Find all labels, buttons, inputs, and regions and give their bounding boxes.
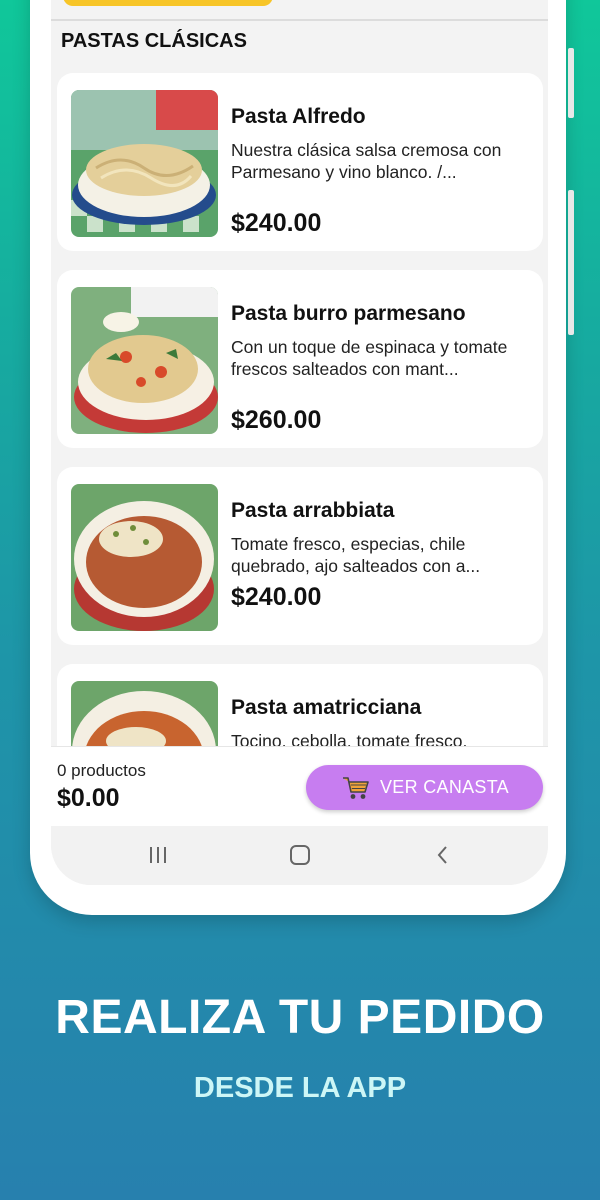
- product-card[interactable]: Pasta Alfredo Nuestra clásica salsa crem…: [57, 73, 543, 251]
- product-name: Pasta Alfredo: [231, 105, 366, 128]
- product-image: [71, 287, 218, 434]
- divider: [51, 19, 548, 21]
- product-card[interactable]: Pasta burro parmesano Con un toque de es…: [57, 270, 543, 448]
- cart-icon: [342, 775, 370, 806]
- category-pill[interactable]: [63, 0, 273, 6]
- view-cart-label: VER CANASTA: [380, 777, 509, 797]
- phone-side-button: [568, 190, 574, 335]
- product-description: Con un toque de espinaca y tomate fresco…: [231, 337, 508, 379]
- system-navigation-bar: [51, 826, 548, 885]
- phone-side-button: [568, 48, 574, 118]
- product-price: $260.00: [231, 406, 322, 434]
- app-screen: PASTAS CLÁSICAS Pasta Alfredo Nuestra cl…: [51, 0, 548, 885]
- product-name: Pasta arrabbiata: [231, 499, 395, 522]
- cart-count: 0 productos: [57, 761, 146, 780]
- product-card[interactable]: Pasta arrabbiata Tomate fresco, especias…: [57, 467, 543, 645]
- promo-headline: REALIZA TU PEDIDO: [55, 991, 545, 1044]
- view-cart-button[interactable]: VER CANASTA: [306, 765, 543, 810]
- product-name: Pasta amatricciana: [231, 696, 422, 719]
- product-price: $240.00: [231, 209, 322, 237]
- home-icon[interactable]: [289, 844, 311, 871]
- recent-apps-icon[interactable]: [148, 844, 168, 871]
- product-image: [71, 484, 218, 631]
- product-name: Pasta burro parmesano: [231, 302, 466, 325]
- back-icon[interactable]: [434, 844, 450, 871]
- product-price: $240.00: [231, 583, 322, 611]
- section-title: PASTAS CLÁSICAS: [61, 30, 247, 52]
- promo-subline: DESDE LA APP: [193, 1072, 407, 1104]
- product-image: [71, 90, 218, 237]
- cart-bar: 0 productos $0.00 VER CANASTA: [51, 746, 548, 827]
- product-description: Tomate fresco, especias, chile quebrado,…: [231, 534, 481, 576]
- cart-total: $0.00: [57, 784, 120, 812]
- product-description: Nuestra clásica salsa cremosa con Parmes…: [231, 140, 502, 182]
